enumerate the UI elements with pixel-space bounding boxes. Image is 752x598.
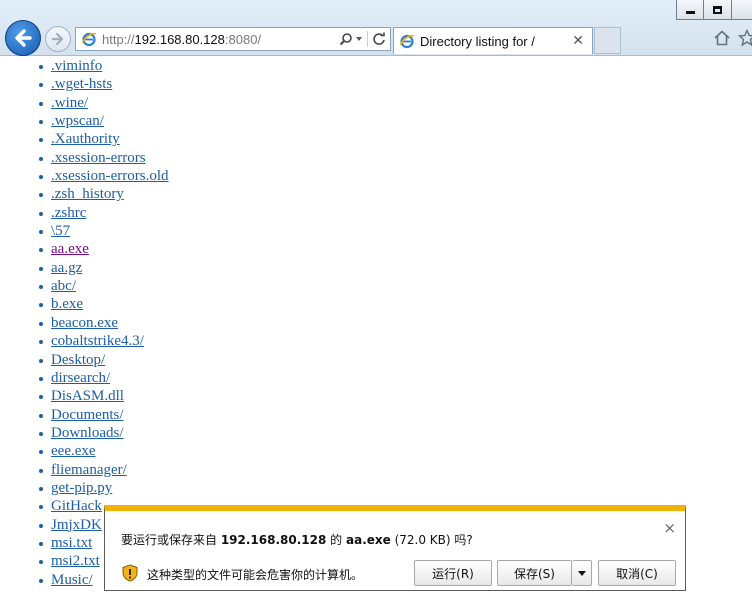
file-link[interactable]: get-pip.py (51, 480, 112, 496)
file-link[interactable]: msi2.txt (51, 553, 100, 569)
list-item: DisASM.dll (0, 387, 168, 405)
forward-button[interactable] (45, 26, 71, 52)
file-link[interactable]: JmjxDK (51, 517, 102, 533)
favorites-star-icon[interactable] (738, 29, 752, 47)
list-item: \57 (0, 222, 168, 240)
list-item: .viminfo (0, 57, 168, 75)
maximize-button[interactable] (704, 0, 732, 20)
security-warning-shield-icon (122, 564, 138, 582)
url-scheme: http:// (102, 31, 135, 47)
file-link[interactable]: DisASM.dll (51, 388, 124, 404)
home-icon[interactable] (713, 29, 731, 47)
ie-page-icon (81, 32, 97, 47)
list-item: Downloads/ (0, 424, 168, 442)
list-item: abc/ (0, 277, 168, 295)
file-link[interactable]: .wpscan/ (51, 113, 104, 129)
list-item: get-pip.py (0, 479, 168, 497)
prompt-filename: aa.exe (346, 533, 391, 547)
file-link[interactable]: abc/ (51, 278, 76, 294)
list-item: cobaltstrike4.3/ (0, 332, 168, 350)
file-link[interactable]: dirsearch/ (51, 370, 110, 386)
list-item: .wine/ (0, 94, 168, 112)
maximize-icon (713, 5, 722, 14)
file-link[interactable]: .xsession-errors (51, 150, 146, 166)
download-notification-bar: 要运行或保存来自 192.168.80.128 的 aa.exe (72.0 K… (104, 505, 686, 591)
list-item: .wget-hsts (0, 75, 168, 93)
refresh-icon[interactable] (372, 32, 386, 46)
back-button[interactable] (5, 20, 41, 56)
file-link[interactable]: Documents/ (51, 407, 124, 423)
list-item: dirsearch/ (0, 369, 168, 387)
file-link[interactable]: cobaltstrike4.3/ (51, 333, 144, 349)
prompt-host: 192.168.80.128 (220, 533, 327, 547)
list-item: .zshrc (0, 204, 168, 222)
ie-tab-icon (399, 34, 415, 49)
list-item: .wpscan/ (0, 112, 168, 130)
file-link[interactable]: GitHack (51, 498, 102, 514)
file-link[interactable]: .wget-hsts (51, 76, 112, 92)
list-item: b.exe (0, 295, 168, 313)
file-link[interactable]: .viminfo (51, 58, 102, 74)
address-url: http://192.168.80.128:8080/ (102, 32, 261, 47)
file-link[interactable]: fliemanager/ (51, 462, 127, 478)
list-item: Desktop/ (0, 351, 168, 369)
list-item: .zsh_history (0, 185, 168, 203)
file-link[interactable]: .xsession-errors.old (51, 168, 168, 184)
file-link[interactable]: .wine/ (51, 95, 88, 111)
file-link[interactable]: .zsh_history (51, 186, 124, 202)
file-link[interactable]: \57 (51, 223, 70, 239)
download-bar-close-icon[interactable]: × (663, 521, 676, 536)
tab-close-icon[interactable]: ✕ (572, 33, 584, 49)
file-link[interactable]: .zshrc (51, 205, 86, 221)
list-item: fliemanager/ (0, 461, 168, 479)
list-item: aa.exe (0, 240, 168, 258)
list-item: eee.exe (0, 442, 168, 460)
prompt-suffix: (72.0 KB) 吗? (390, 533, 473, 547)
file-link[interactable]: .Xauthority (51, 131, 120, 147)
file-link[interactable]: Music/ (51, 572, 93, 588)
tab-directory-listing[interactable]: Directory listing for / ✕ (393, 27, 593, 54)
minimize-button[interactable] (676, 0, 704, 20)
address-separator (367, 31, 368, 47)
file-link[interactable]: msi.txt (51, 535, 92, 551)
address-bar[interactable]: http://192.168.80.128:8080/ (75, 27, 391, 51)
run-button[interactable]: 运行(R) (414, 560, 492, 586)
file-link[interactable]: Desktop/ (51, 352, 105, 368)
search-icon[interactable] (339, 32, 353, 46)
save-options-dropdown[interactable] (572, 560, 592, 586)
file-link[interactable]: eee.exe (51, 443, 96, 459)
arrow-right-icon (51, 32, 64, 46)
prompt-prefix: 要运行或保存来自 (121, 533, 221, 547)
list-item: .Xauthority (0, 130, 168, 148)
address-tools (339, 31, 390, 47)
list-item: aa.gz (0, 259, 168, 277)
prompt-mid: 的 (326, 533, 346, 547)
save-button[interactable]: 保存(S) (497, 560, 572, 586)
list-item: beacon.exe (0, 314, 168, 332)
file-link[interactable]: Downloads/ (51, 425, 124, 441)
browser-toolbar: http://192.168.80.128:8080/ Directory li… (0, 0, 752, 56)
download-warning-text: 这种类型的文件可能会危害你的计算机。 (147, 568, 364, 582)
list-item: Documents/ (0, 406, 168, 424)
chevron-down-icon[interactable] (355, 35, 363, 43)
list-item: .xsession-errors.old (0, 167, 168, 185)
url-port: :8080/ (224, 31, 262, 47)
arrow-left-icon (15, 29, 32, 47)
close-window-button[interactable] (732, 0, 752, 20)
minimize-icon (685, 10, 695, 14)
download-prompt: 要运行或保存来自 192.168.80.128 的 aa.exe (72.0 K… (121, 531, 473, 548)
new-tab-button[interactable] (594, 27, 621, 54)
chevron-down-icon (577, 570, 586, 576)
list-item: .xsession-errors (0, 149, 168, 167)
file-link[interactable]: aa.gz (51, 260, 82, 276)
window-controls (676, 0, 752, 20)
cancel-button[interactable]: 取消(C) (598, 560, 676, 586)
tab-title: Directory listing for / (420, 33, 535, 49)
file-link[interactable]: b.exe (51, 296, 83, 312)
file-link[interactable]: aa.exe (51, 241, 89, 257)
file-link[interactable]: beacon.exe (51, 315, 118, 331)
url-host: 192.168.80.128 (134, 31, 225, 47)
